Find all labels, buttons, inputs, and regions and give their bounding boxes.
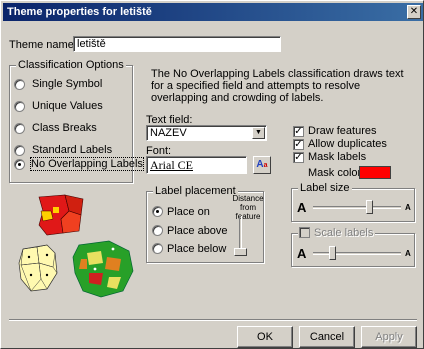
radio-place-below-label: Place below <box>167 243 227 255</box>
distance-slider-thumb[interactable] <box>234 248 247 256</box>
close-icon[interactable]: ✕ <box>407 5 421 19</box>
scale-labels-large-glyph: A <box>405 249 411 258</box>
title-bar: Theme properties for letiště ✕ <box>3 3 423 21</box>
chevron-down-icon[interactable]: ▼ <box>252 127 265 139</box>
distance-from-feature-label: Distance from feature <box>232 194 264 221</box>
allow-duplicates-checkbox[interactable]: ✓ <box>293 139 304 150</box>
map-green-region <box>72 240 134 298</box>
label-size-slider-thumb[interactable] <box>365 200 373 214</box>
label-size-small-glyph: A <box>297 200 307 215</box>
text-field-select[interactable]: NAZEV ▼ <box>146 125 267 141</box>
font-value-field: Arial CE <box>146 156 247 174</box>
radio-standard-labels-label: Standard Labels <box>32 144 113 156</box>
radio-single-symbol-label: Single Symbol <box>32 78 103 90</box>
allow-duplicates-label: Allow duplicates <box>308 138 387 150</box>
classification-description: The No Overlapping Labels classification… <box>151 68 404 104</box>
label-size-slider-track <box>313 206 401 209</box>
label-size-large-glyph: A <box>405 203 411 212</box>
mask-labels-checkbox[interactable]: ✓ <box>293 152 304 163</box>
map-illustration-icon <box>18 194 134 298</box>
label-size-group: Label size <box>291 182 415 222</box>
theme-name-input[interactable]: letiště <box>73 36 281 52</box>
map-red-region <box>38 194 84 236</box>
scale-labels-slider-track <box>313 252 401 255</box>
scale-labels-checkbox[interactable] <box>299 227 310 238</box>
mask-labels-label: Mask labels <box>308 151 367 163</box>
mask-color-label: Mask color: <box>308 167 365 179</box>
radio-standard-labels[interactable] <box>14 145 25 156</box>
theme-name-label: Theme name: <box>9 39 77 51</box>
radio-place-above[interactable] <box>152 225 163 236</box>
cancel-button[interactable]: Cancel <box>299 326 355 348</box>
radio-place-on-label: Place on <box>167 206 210 218</box>
text-field-value: NAZEV <box>150 127 187 139</box>
radio-class-breaks[interactable] <box>14 123 25 134</box>
font-picker-icon[interactable]: Aa <box>253 156 271 174</box>
radio-no-overlapping-labels[interactable] <box>14 159 25 170</box>
scale-labels-group: Scale labels <box>291 227 415 267</box>
radio-unique-values-label: Unique Values <box>32 100 103 112</box>
radio-place-on[interactable] <box>152 206 163 217</box>
label-placement-legend: Label placement <box>153 185 238 197</box>
draw-features-label: Draw features <box>308 125 377 137</box>
radio-no-overlapping-labels-label: No Overlapping Labels <box>30 157 144 171</box>
window-title: Theme properties for letiště <box>7 6 152 18</box>
theme-properties-window: Theme properties for letiště ✕ Theme nam… <box>0 0 424 349</box>
ok-button[interactable]: OK <box>237 326 293 348</box>
map-yellow-region <box>18 244 58 292</box>
radio-single-symbol[interactable] <box>14 79 25 90</box>
radio-class-breaks-label: Class Breaks <box>32 122 97 134</box>
classification-legend: Classification Options <box>16 59 126 71</box>
radio-place-below[interactable] <box>152 243 163 254</box>
radio-place-above-label: Place above <box>167 225 228 237</box>
scale-labels-slider-thumb[interactable] <box>329 246 337 260</box>
draw-features-checkbox[interactable]: ✓ <box>293 126 304 137</box>
label-size-legend: Label size <box>298 182 352 194</box>
footer-separator <box>9 319 417 321</box>
radio-unique-values[interactable] <box>14 101 25 112</box>
apply-button[interactable]: Apply <box>361 326 417 348</box>
scale-labels-small-glyph: A <box>297 246 307 261</box>
mask-color-swatch[interactable] <box>359 166 391 179</box>
